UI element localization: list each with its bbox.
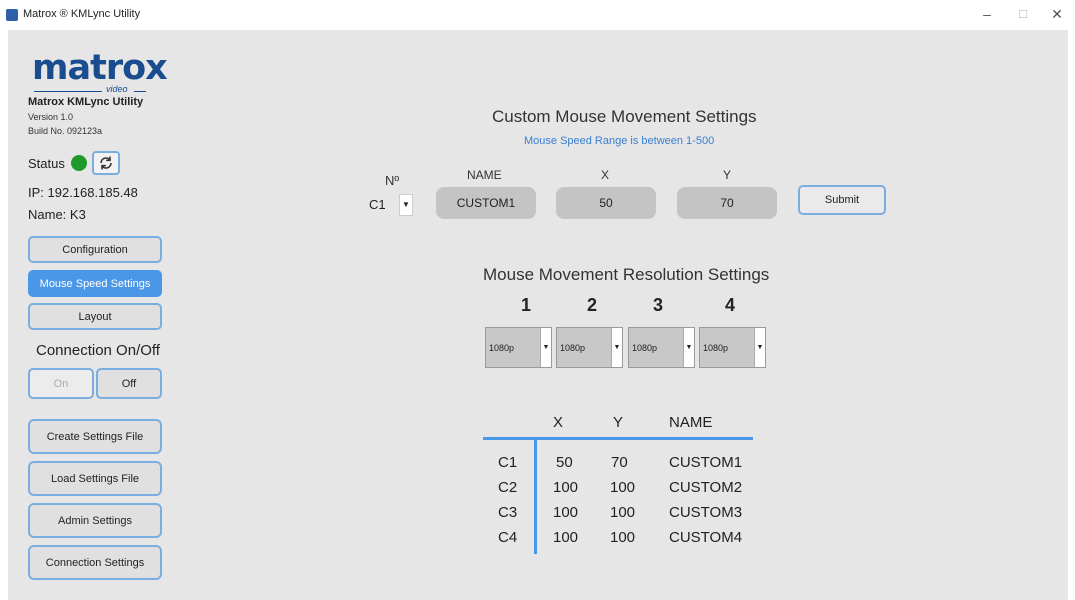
- table-cell-x: 100: [553, 504, 579, 521]
- create-settings-file-button[interactable]: Create Settings File: [28, 419, 162, 454]
- submit-button[interactable]: Submit: [798, 185, 886, 215]
- resolution-select-2[interactable]: 1080p ▼: [556, 327, 623, 368]
- table-cell-x: 50: [556, 454, 573, 471]
- number-column-label: Nº: [385, 173, 400, 188]
- custom-y-field[interactable]: 70: [677, 187, 777, 219]
- configuration-button[interactable]: Configuration: [28, 236, 162, 263]
- chevron-down-icon: ▼: [399, 193, 413, 216]
- refresh-icon: [100, 156, 112, 170]
- resolution-number-3: 3: [653, 295, 664, 315]
- layout-button[interactable]: Layout: [28, 303, 162, 330]
- table-row-divider: [534, 440, 537, 554]
- load-settings-file-button[interactable]: Load Settings File: [28, 461, 162, 496]
- connection-off-button[interactable]: Off: [96, 368, 162, 399]
- ip-address: IP: 192.168.185.48: [28, 185, 138, 200]
- table-cell-y: 100: [610, 529, 636, 546]
- table-cell-id: C3: [498, 504, 518, 521]
- app-name: Matrox KMLync Utility: [28, 96, 144, 108]
- custom-number-value: C1: [369, 197, 386, 212]
- table-cell-y: 70: [611, 454, 628, 471]
- table-cell-y: 100: [610, 504, 636, 521]
- table-cell-name: CUSTOM1: [669, 454, 743, 471]
- table-cell-name: CUSTOM3: [669, 504, 743, 521]
- connection-on-button[interactable]: On: [28, 368, 94, 399]
- resolution-select-value: 1080p: [560, 342, 586, 353]
- status-row: Status: [28, 151, 120, 175]
- table-cell-id: C2: [498, 479, 518, 496]
- table-cell-id: C1: [498, 454, 518, 471]
- close-button[interactable]: ✕: [1042, 6, 1072, 23]
- app-client-area: matrox video Matrox KMLync Utility Versi…: [8, 30, 1068, 600]
- resolution-select-4[interactable]: 1080p ▼: [699, 327, 766, 368]
- resolution-number-1: 1: [521, 295, 532, 315]
- resolution-number-4: 4: [725, 295, 736, 315]
- title-bar: Matrox ® KMLync Utility – ☐ ✕: [0, 0, 1075, 30]
- logo-line-left: [34, 91, 102, 92]
- admin-settings-button[interactable]: Admin Settings: [28, 503, 162, 538]
- resolution-settings-title: Mouse Movement Resolution Settings: [483, 265, 770, 284]
- table-cell-x: 100: [553, 529, 579, 546]
- table-cell-y: 100: [610, 479, 636, 496]
- refresh-button[interactable]: [91, 151, 120, 175]
- table-header-y: Y: [613, 414, 624, 431]
- device-name: Name: K3: [28, 207, 86, 222]
- table-cell-id: C4: [498, 529, 518, 546]
- connection-settings-button[interactable]: Connection Settings: [28, 545, 162, 580]
- x-column-label: X: [601, 168, 610, 182]
- maximize-button[interactable]: ☐: [1008, 8, 1038, 21]
- custom-name-field[interactable]: CUSTOM1: [436, 187, 536, 219]
- custom-settings-title: Custom Mouse Movement Settings: [492, 107, 757, 126]
- logo-subtext: video: [106, 84, 128, 94]
- resolution-number-2: 2: [587, 295, 598, 315]
- matrox-logo: matrox video: [28, 48, 168, 94]
- window-title: Matrox ® KMLync Utility: [23, 8, 141, 20]
- table-cell-name: CUSTOM2: [669, 479, 743, 496]
- speed-range-note: Mouse Speed Range is between 1-500: [524, 135, 715, 147]
- resolution-select-value: 1080p: [703, 342, 729, 353]
- mouse-speed-settings-button[interactable]: Mouse Speed Settings: [28, 270, 162, 297]
- resolution-select-3[interactable]: 1080p ▼: [628, 327, 695, 368]
- resolution-select-value: 1080p: [489, 342, 515, 353]
- status-label: Status: [28, 155, 65, 171]
- table-cell-x: 100: [553, 479, 579, 496]
- table-header-x: X: [553, 414, 564, 431]
- name-column-label: NAME: [467, 168, 502, 182]
- resolution-select-1[interactable]: 1080p ▼: [485, 327, 552, 368]
- logo-text: matrox: [32, 48, 168, 88]
- chevron-down-icon: ▼: [754, 328, 765, 367]
- custom-number-select[interactable]: C1 ▼: [369, 192, 416, 217]
- minimize-button[interactable]: –: [972, 6, 1002, 22]
- build-number: Build No. 092123a: [28, 126, 103, 136]
- chevron-down-icon: ▼: [683, 328, 694, 367]
- custom-x-field[interactable]: 50: [556, 187, 656, 219]
- chevron-down-icon: ▼: [611, 328, 622, 367]
- app-icon: [6, 9, 18, 21]
- table-header-divider: [483, 437, 753, 440]
- logo-line-right: [134, 91, 146, 92]
- resolution-select-value: 1080p: [632, 342, 658, 353]
- chevron-down-icon: ▼: [540, 328, 551, 367]
- table-cell-name: CUSTOM4: [669, 529, 743, 546]
- status-indicator-icon: [70, 155, 87, 171]
- connection-label: Connection On/Off: [36, 342, 160, 359]
- version-text: Version 1.0: [28, 112, 74, 122]
- y-column-label: Y: [723, 168, 732, 182]
- table-header-name: NAME: [669, 414, 713, 431]
